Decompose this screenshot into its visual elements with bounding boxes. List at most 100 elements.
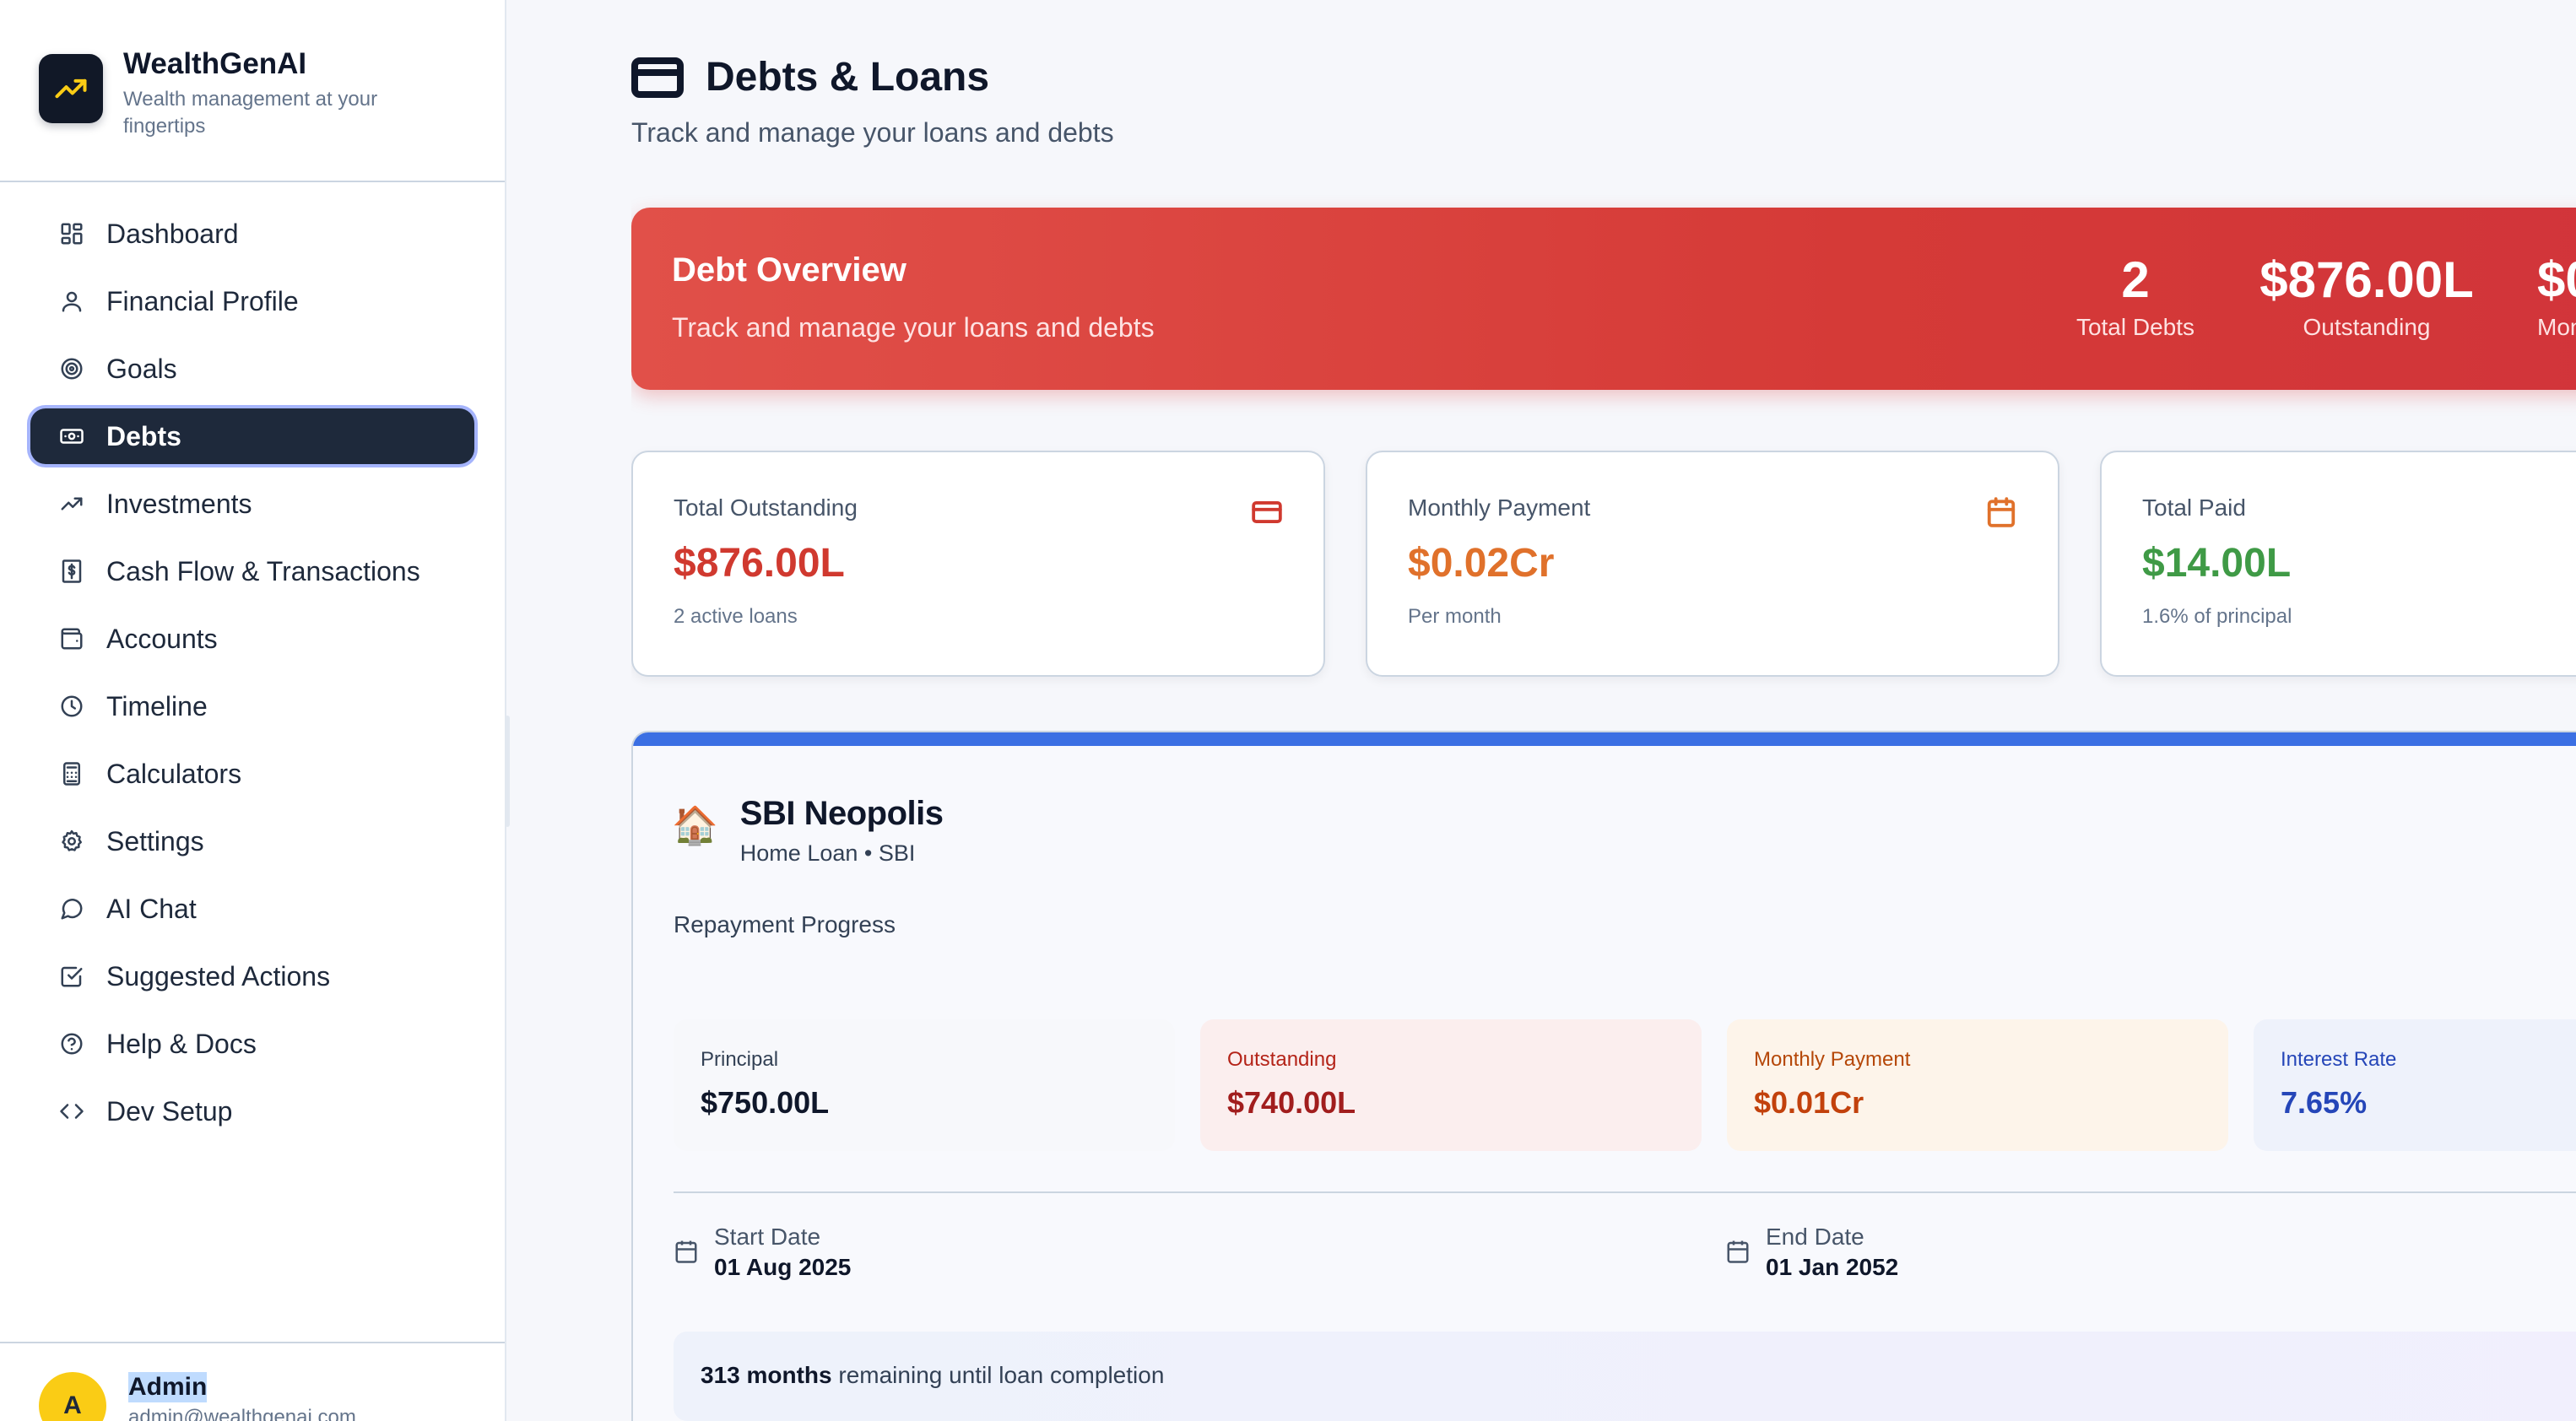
sidebar-item-label: Accounts <box>106 623 218 654</box>
sidebar-item-accounts[interactable]: Accounts <box>30 611 474 667</box>
metric-monthly-payment: Monthly Payment $0.01Cr <box>1727 1019 2228 1151</box>
sidebar-item-label: Help & Docs <box>106 1028 257 1059</box>
overview-stat-value: $876.00L <box>2259 251 2474 308</box>
metric-label: Interest Rate <box>2281 1048 2397 1071</box>
sidebar-item-dev-setup[interactable]: Dev Setup <box>30 1083 474 1139</box>
loan-header: 🏠 SBI Neopolis Home Loan • SBI <box>672 792 944 867</box>
gear-icon <box>62 829 82 851</box>
card-value: $0.02Cr <box>1408 541 1555 586</box>
sidebar-item-timeline[interactable]: Timeline <box>30 678 474 734</box>
sidebar-item-financial-profile[interactable]: Financial Profile <box>30 273 474 329</box>
loan-end-date: End Date 01 Jan 2052 <box>1725 1224 1898 1281</box>
metric-value: 7.65% <box>2281 1085 2368 1120</box>
overview-title: Debt Overview <box>672 251 906 289</box>
loan-start-date: Start Date 01 Aug 2025 <box>674 1224 851 1281</box>
sidebar-item-label: Dev Setup <box>106 1095 233 1127</box>
card-monthly-payment: Monthly Payment $0.02Cr Per month <box>1366 451 2059 677</box>
user-name: Admin <box>128 1372 208 1402</box>
sidebar-item-goals[interactable]: Goals <box>30 341 474 397</box>
card-label: Total Outstanding <box>674 494 858 521</box>
end-date-label: End Date <box>1766 1224 1864 1250</box>
house-icon: 🏠 <box>672 805 718 846</box>
sidebar-item-help-docs[interactable]: Help & Docs <box>30 1016 474 1072</box>
card-label: Total Paid <box>2142 494 2246 521</box>
debt-overview-banner: Debt Overview Track and manage your loan… <box>631 208 2576 390</box>
brand-subtitle: Wealth management at your fingertips <box>123 88 378 138</box>
overview-stat-monthly: $0.02Cr Monthly <box>2537 251 2576 341</box>
receipt-icon <box>62 559 82 583</box>
user-icon <box>62 291 82 312</box>
sidebar-resize-handle[interactable] <box>505 716 510 827</box>
user-email: admin@wealthgenai.com <box>128 1406 356 1421</box>
sidebar-item-cash-flow[interactable]: Cash Flow & Transactions <box>30 543 474 599</box>
card-note: 1.6% of principal <box>2142 605 2292 628</box>
wallet-icon <box>61 628 83 650</box>
overview-stat-label: Total Debts <box>2075 314 2195 340</box>
page-header: Debts & Loans <box>631 54 2576 100</box>
grid-icon <box>61 223 83 245</box>
metric-value: $740.00L <box>1227 1085 1356 1120</box>
metric-label: Principal <box>701 1048 779 1071</box>
sidebar-item-label: AI Chat <box>106 893 197 924</box>
sidebar-item-label: Timeline <box>106 690 208 721</box>
trending-up-icon <box>55 78 87 99</box>
brand-title: WealthGenAI <box>123 47 307 80</box>
calendar-icon <box>1727 1240 1749 1263</box>
sidebar-nav: Dashboard Financial Profile Goals Debts … <box>0 182 505 1139</box>
end-date-value: 01 Jan 2052 <box>1766 1254 1899 1280</box>
sidebar-item-label: Suggested Actions <box>106 960 331 991</box>
sidebar-item-label: Dashboard <box>106 218 239 249</box>
overview-stat-outstanding: $876.00L Outstanding <box>2240 251 2493 341</box>
code-icon <box>60 1104 84 1119</box>
loan-card[interactable]: 🏠 SBI Neopolis Home Loan • SBI Repayment… <box>631 731 2576 1421</box>
card-total-paid: Total Paid $14.00L 1.6% of principal <box>2100 451 2576 677</box>
overview-stat-total-debts: 2 Total Debts <box>2059 251 2211 341</box>
repayment-progress-label: Repayment Progress <box>674 911 896 937</box>
sidebar-item-label: Investments <box>106 488 252 519</box>
remaining-months-banner: 313 months remaining until loan completi… <box>674 1332 2576 1421</box>
user-profile[interactable]: A Admin admin@wealthgenai.com <box>0 1342 505 1421</box>
card-total-outstanding: Total Outstanding $876.00L 2 active loan… <box>631 451 1325 677</box>
sidebar-item-settings[interactable]: Settings <box>30 813 474 869</box>
metric-interest-rate: Interest Rate 7.65% <box>2254 1019 2576 1151</box>
credit-card-icon <box>1252 501 1282 523</box>
sidebar-item-label: Debts <box>106 420 181 451</box>
calendar-icon <box>675 1240 697 1263</box>
overview-subtitle: Track and manage your loans and debts <box>672 312 1155 343</box>
remaining-months-text: remaining until loan completion <box>838 1362 1165 1388</box>
help-circle-icon <box>61 1033 83 1055</box>
card-value: $876.00L <box>674 541 845 586</box>
avatar[interactable]: A <box>39 1372 106 1421</box>
sidebar-item-debts[interactable]: Debts <box>30 408 474 464</box>
credit-card-icon <box>631 57 684 98</box>
overview-stat-label: Outstanding <box>2303 314 2431 340</box>
brand-logo[interactable] <box>39 54 103 123</box>
remaining-months-value: 313 months <box>701 1362 832 1388</box>
metric-label: Outstanding <box>1227 1048 1337 1071</box>
sidebar-item-dashboard[interactable]: Dashboard <box>30 206 474 262</box>
sidebar-item-ai-chat[interactable]: AI Chat <box>30 881 474 937</box>
checkbox-icon <box>61 966 83 987</box>
sidebar-item-label: Calculators <box>106 758 242 789</box>
sidebar-item-label: Financial Profile <box>106 285 299 316</box>
clock-icon <box>61 695 83 717</box>
overview-stat-value: $0.02Cr <box>2537 251 2576 308</box>
calendar-icon <box>1987 497 2016 527</box>
overview-stat-value: 2 <box>2121 251 2150 308</box>
sidebar-item-label: Goals <box>106 353 177 384</box>
sidebar-item-suggested-actions[interactable]: Suggested Actions <box>30 948 474 1004</box>
sidebar-item-calculators[interactable]: Calculators <box>30 746 474 802</box>
card-note: 2 active loans <box>674 605 798 628</box>
loan-name: SBI Neopolis <box>739 795 944 832</box>
metric-principal: Principal $750.00L <box>674 1019 1175 1151</box>
card-label: Monthly Payment <box>1408 494 1591 521</box>
calculator-icon <box>63 762 80 786</box>
metric-label: Monthly Payment <box>1754 1048 1911 1071</box>
sidebar-item-label: Cash Flow & Transactions <box>106 555 420 586</box>
target-icon <box>61 358 83 380</box>
brand-header: WealthGenAI Wealth management at your fi… <box>0 0 505 182</box>
start-date-value: 01 Aug 2025 <box>714 1254 852 1280</box>
start-date-label: Start Date <box>714 1224 821 1250</box>
divider <box>674 1191 2576 1193</box>
sidebar-item-investments[interactable]: Investments <box>30 476 474 532</box>
